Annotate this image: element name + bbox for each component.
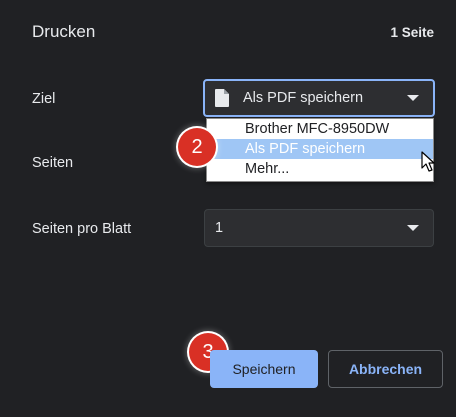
step-badge-2: 2 (178, 128, 216, 166)
chevron-down-icon (407, 95, 419, 101)
destination-select[interactable]: Als PDF speichern (203, 79, 435, 117)
dropdown-option-brother[interactable]: Brother MFC-8950DW (207, 119, 433, 139)
mouse-pointer-icon (421, 151, 435, 172)
pages-per-sheet-label: Seiten pro Blatt (32, 221, 132, 237)
pages-label: Seiten (32, 155, 74, 171)
save-button[interactable]: Speichern (210, 350, 318, 388)
dialog-title: Drucken (32, 22, 96, 41)
destination-dropdown: Brother MFC-8950DW Als PDF speichern Meh… (206, 118, 434, 182)
dropdown-option-save-pdf[interactable]: Als PDF speichern (207, 139, 433, 159)
dropdown-option-more[interactable]: Mehr... (207, 159, 433, 179)
pages-per-sheet-select[interactable]: 1 (204, 209, 434, 247)
page-count: 1 Seite (390, 25, 434, 40)
document-icon (215, 89, 229, 107)
cancel-button[interactable]: Abbrechen (328, 350, 443, 388)
chevron-down-icon (407, 225, 419, 231)
pages-per-sheet-value: 1 (215, 220, 224, 236)
destination-value: Als PDF speichern (243, 90, 364, 106)
destination-label: Ziel (32, 91, 56, 107)
